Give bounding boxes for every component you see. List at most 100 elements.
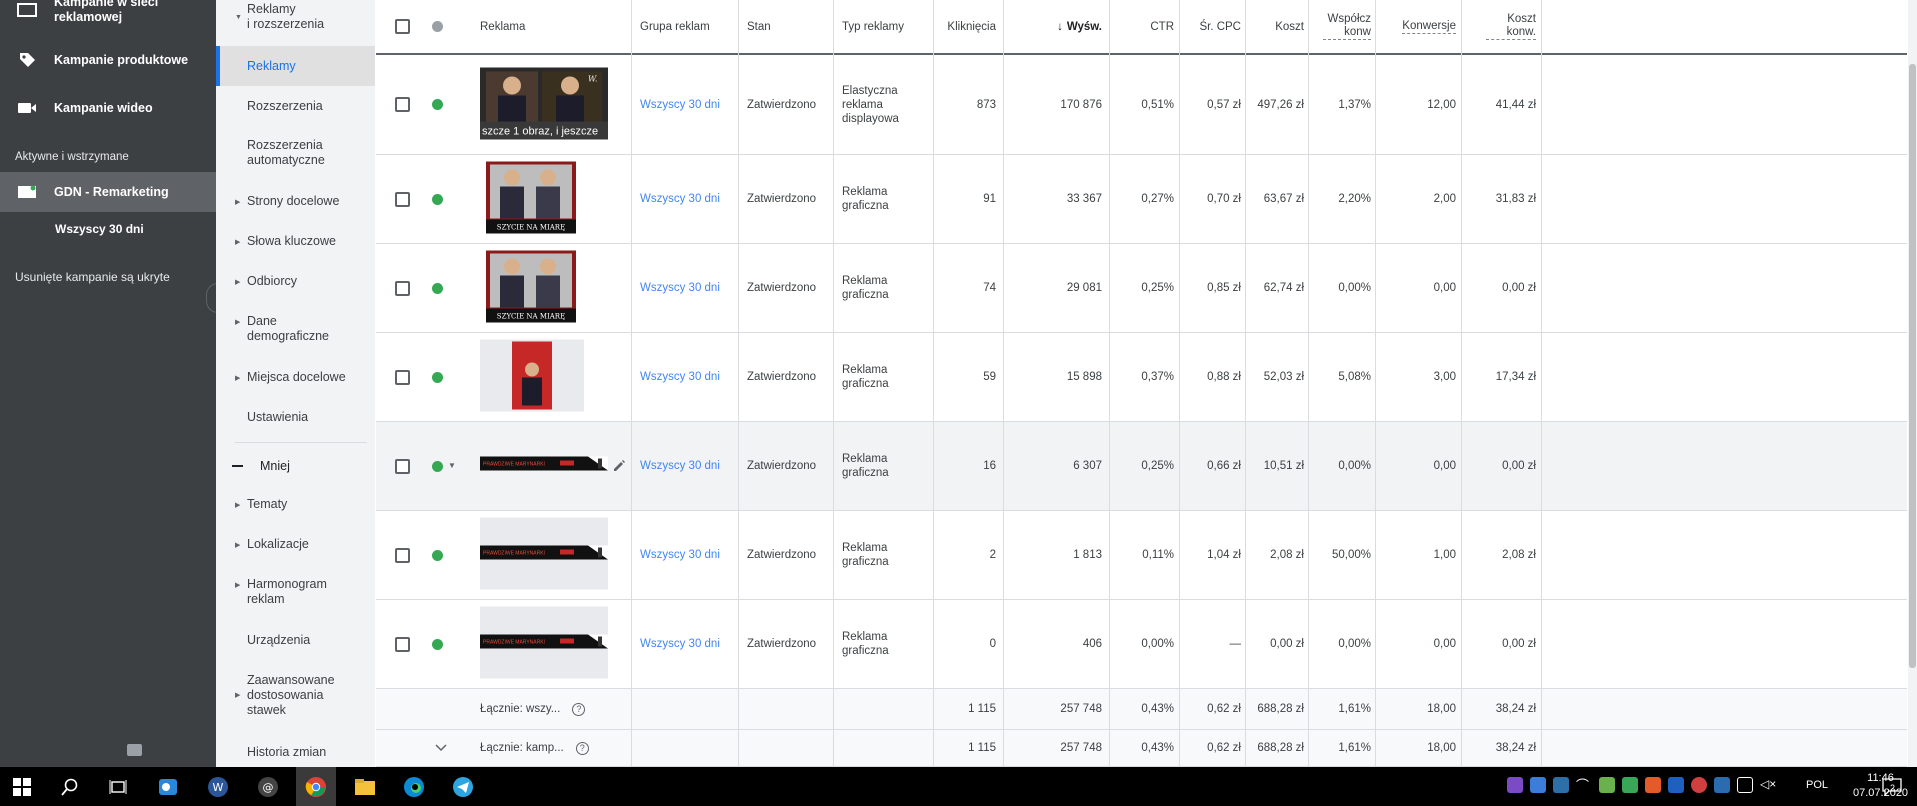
file-explorer-icon[interactable] bbox=[353, 775, 377, 799]
cell-group[interactable]: Wszyscy 30 dni bbox=[640, 511, 730, 599]
ad-preview[interactable]: SZYCIE NA MIARĘ bbox=[486, 250, 576, 326]
menu-item-audiences[interactable]: ▶ Odbiorcy bbox=[216, 274, 375, 289]
nav-item-gdn-remarketing[interactable]: GDN - Remarketing bbox=[0, 172, 216, 212]
row-checkbox[interactable] bbox=[395, 511, 410, 599]
table-row[interactable]: W. szcze 1 obraz, i jeszcze Wszyscy 30 dni… bbox=[376, 55, 1907, 155]
menu-item-bid-adjustments[interactable]: ▶ Zaawansowane dostosowania stawek bbox=[216, 673, 336, 718]
tray-app-icon[interactable] bbox=[1668, 777, 1684, 793]
caret-down-icon[interactable]: ▼ bbox=[448, 459, 456, 473]
tray-app-icon[interactable] bbox=[1599, 777, 1615, 793]
ad-group-link[interactable]: Wszyscy 30 dni bbox=[640, 281, 720, 295]
ad-preview[interactable]: SZYCIE NA MIARĘ bbox=[486, 161, 576, 237]
header-avg-cpc[interactable]: Śr. CPC bbox=[1180, 0, 1241, 53]
cell-group[interactable]: Wszyscy 30 dni bbox=[640, 333, 730, 421]
row-checkbox[interactable] bbox=[395, 155, 410, 243]
tray-app-icon[interactable] bbox=[1622, 777, 1638, 793]
scrollbar-thumb[interactable] bbox=[1909, 64, 1916, 668]
tray-app-icon[interactable] bbox=[1530, 777, 1546, 793]
ad-thumbnail[interactable]: SZYCIE NA MIARĘ bbox=[486, 161, 576, 234]
nav-subitem-adgroup[interactable]: Wszyscy 30 dni bbox=[55, 222, 144, 236]
tray-app-icon[interactable] bbox=[1645, 777, 1661, 793]
ad-preview[interactable] bbox=[480, 339, 584, 415]
header-ad-type[interactable]: Typ reklamy bbox=[842, 0, 932, 53]
ad-preview[interactable]: PRAWDZIWE MARYNARKI bbox=[480, 517, 608, 593]
status-filter-icon[interactable] bbox=[432, 0, 446, 53]
word-icon[interactable]: W bbox=[206, 775, 230, 799]
status-dot[interactable]: ▼ bbox=[432, 422, 456, 510]
ad-group-link[interactable]: Wszyscy 30 dni bbox=[640, 459, 720, 473]
menu-item-settings[interactable]: Ustawienia bbox=[216, 410, 375, 425]
header-conversions[interactable]: Konwersje bbox=[1376, 0, 1456, 53]
ad-group-link[interactable]: Wszyscy 30 dni bbox=[640, 637, 720, 651]
input-language[interactable]: POL bbox=[1806, 779, 1828, 791]
task-view-icon[interactable] bbox=[106, 775, 130, 799]
nav-item-display-campaigns[interactable]: Kampanie w sieci reklamowej bbox=[0, 0, 216, 24]
table-row[interactable]: PRAWDZIWE MARYNARKI Wszyscy 30 dni Zatwier… bbox=[376, 511, 1907, 600]
menu-item-ads-extensions[interactable]: ▼ Reklamy i rozszerzenia bbox=[216, 2, 375, 32]
menu-item-extensions[interactable]: Rozszerzenia bbox=[216, 99, 375, 114]
row-checkbox[interactable] bbox=[395, 333, 410, 421]
row-checkbox[interactable] bbox=[395, 600, 410, 688]
header-status[interactable]: Stan bbox=[747, 0, 817, 53]
menu-item-topics[interactable]: ▶ Tematy bbox=[216, 497, 375, 512]
ad-group-link[interactable]: Wszyscy 30 dni bbox=[640, 370, 720, 384]
ad-thumbnail[interactable]: PRAWDZIWE MARYNARKI bbox=[480, 606, 608, 679]
menu-item-change-history[interactable]: Historia zmian bbox=[216, 745, 375, 760]
ad-group-link[interactable]: Wszyscy 30 dni bbox=[640, 192, 720, 206]
header-conv-rate[interactable]: Współcz konw bbox=[1309, 0, 1371, 53]
search-icon[interactable] bbox=[58, 775, 82, 799]
row-checkbox[interactable] bbox=[395, 422, 410, 510]
table-row[interactable]: PRAWDZIWE MARYNARKI Wszyscy 30 dni Zatwier… bbox=[376, 600, 1907, 689]
battery-icon[interactable] bbox=[1737, 777, 1753, 793]
ad-preview[interactable]: PRAWDZIWE MARYNARKI bbox=[480, 606, 608, 682]
table-row[interactable]: SZYCIE NA MIARĘ Wszyscy 30 dni Zatwierdzon… bbox=[376, 155, 1907, 244]
row-checkbox[interactable] bbox=[395, 244, 410, 332]
header-clicks[interactable]: Kliknięcia bbox=[936, 0, 996, 53]
mail-app-icon[interactable]: @ bbox=[256, 775, 280, 799]
ad-preview[interactable]: PRAWDZIWE MARYNARKI bbox=[480, 429, 608, 504]
cell-group[interactable]: Wszyscy 30 dni bbox=[640, 600, 730, 688]
edit-pencil-icon[interactable] bbox=[612, 422, 626, 510]
chevron-down-icon[interactable] bbox=[435, 730, 447, 766]
ad-thumbnail[interactable]: PRAWDZIWE MARYNARKI bbox=[480, 429, 608, 501]
header-cost-per-conv[interactable]: Koszt konw. bbox=[1462, 0, 1536, 53]
menu-item-ads[interactable]: Reklamy bbox=[216, 46, 375, 86]
menu-item-keywords[interactable]: ▶ Słowa kluczowe bbox=[216, 234, 375, 249]
ad-group-link[interactable]: Wszyscy 30 dni bbox=[640, 548, 720, 562]
ad-thumbnail[interactable]: SZYCIE NA MIARĘ bbox=[486, 250, 576, 323]
cell-group[interactable]: Wszyscy 30 dni bbox=[640, 244, 730, 332]
ad-group-link[interactable]: Wszyscy 30 dni bbox=[640, 98, 720, 112]
menu-item-demographics[interactable]: ▶ Dane demograficzne bbox=[216, 314, 336, 344]
wifi-icon[interactable]: ⌒ bbox=[1576, 775, 1592, 793]
notifications-icon[interactable]: 2 bbox=[1880, 775, 1904, 799]
outlook-icon[interactable] bbox=[156, 775, 180, 799]
menu-item-ad-schedule[interactable]: ▶ Harmonogram reklam bbox=[216, 577, 336, 607]
help-icon[interactable]: ? bbox=[572, 702, 586, 716]
table-row[interactable]: ▼ PRAWDZIWE MARYNARKI Wszyscy 30 dni Zatwie… bbox=[376, 422, 1907, 511]
menu-item-devices[interactable]: Urządzenia bbox=[216, 633, 375, 648]
help-icon[interactable]: ? bbox=[575, 741, 589, 755]
table-row[interactable]: Wszyscy 30 dni Zatwierdzono Reklama grafic… bbox=[376, 333, 1907, 422]
nav-item-shopping-campaigns[interactable]: Kampanie produktowe bbox=[0, 50, 216, 70]
menu-item-locations[interactable]: ▶ Lokalizacje bbox=[216, 537, 375, 552]
header-ctr[interactable]: CTR bbox=[1110, 0, 1174, 53]
cell-group[interactable]: Wszyscy 30 dni bbox=[640, 422, 730, 510]
select-all-checkbox[interactable] bbox=[395, 0, 415, 53]
tray-app-icon[interactable] bbox=[1553, 777, 1569, 793]
windows-start-icon[interactable] bbox=[10, 775, 34, 799]
header-ad-group[interactable]: Grupa reklam bbox=[640, 0, 740, 53]
ad-thumbnail[interactable]: W. szcze 1 obraz, i jeszcze bbox=[480, 67, 608, 139]
telegram-icon[interactable] bbox=[451, 775, 475, 799]
ad-preview[interactable]: W. szcze 1 obraz, i jeszcze bbox=[480, 67, 608, 142]
cell-group[interactable]: Wszyscy 30 dni bbox=[640, 155, 730, 243]
table-row[interactable]: SZYCIE NA MIARĘ Wszyscy 30 dni Zatwierdzon… bbox=[376, 244, 1907, 333]
chrome-icon[interactable] bbox=[304, 775, 328, 799]
vertical-scrollbar[interactable] bbox=[1908, 0, 1917, 767]
header-ad[interactable]: Reklama bbox=[480, 0, 580, 53]
tray-app-icon[interactable] bbox=[1507, 777, 1523, 793]
tray-app-icon[interactable] bbox=[1714, 777, 1730, 793]
row-checkbox[interactable] bbox=[395, 55, 410, 154]
tray-app-icon[interactable] bbox=[1691, 777, 1707, 793]
menu-item-landing-pages[interactable]: ▶ Strony docelowe bbox=[216, 194, 375, 209]
header-cost[interactable]: Koszt bbox=[1246, 0, 1304, 53]
